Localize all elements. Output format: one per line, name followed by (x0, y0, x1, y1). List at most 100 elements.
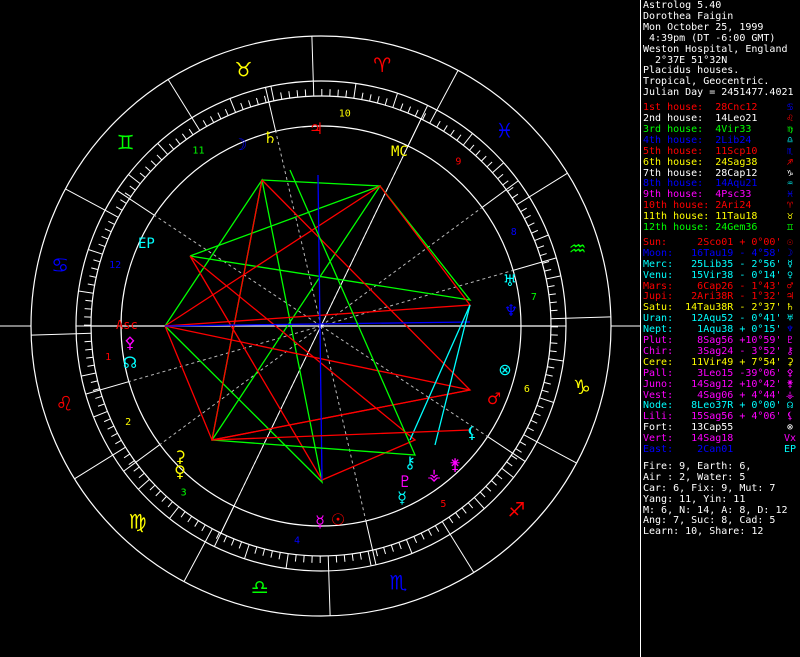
zodiac-sign-icon: ♉ (235, 57, 253, 81)
fortune-icon: ⊗ (498, 360, 511, 379)
degree-tick (120, 199, 127, 204)
planet-row-glyph-icon: ☿ (786, 258, 794, 270)
degree-tick (91, 267, 99, 271)
degree-tick (123, 453, 131, 459)
degree-tick (112, 446, 126, 456)
planet-row-text: Sun: 2Sco01 + 0°00' (643, 236, 782, 248)
degree-tick (497, 173, 504, 180)
zodiac-sign-icon: ♑ (573, 375, 591, 399)
house-row-text: 5th house: 11Scp10 (643, 145, 758, 157)
degree-tick (353, 83, 357, 99)
degree-tick (107, 425, 115, 430)
degree-tick (527, 222, 535, 227)
stats-line-text: M: 6, N: 14, A: 8, D: 12 (643, 504, 788, 516)
stats-line-text: Ang: 7, Suc: 8, Cad: 5 (643, 515, 776, 527)
zodiac-sign-icon: ♌ (55, 391, 73, 415)
degree-tick (429, 109, 438, 124)
header-line: Julian Day = 2451477.4021 (643, 87, 798, 99)
header-line-text: Placidus houses. (643, 65, 740, 77)
degree-tick (217, 112, 222, 120)
sign-cusp-line (65, 188, 106, 211)
degree-tick (101, 235, 109, 240)
degree-tick (456, 134, 462, 141)
degree-tick (156, 154, 163, 161)
degree-tick (88, 249, 103, 255)
planet-row-text: Vert: 14Sag18 (643, 433, 734, 445)
degree-tick (180, 511, 186, 518)
jupiter-icon: ♃ (309, 119, 323, 138)
degree-tick (486, 161, 493, 168)
degree-tick (414, 109, 419, 117)
house-row: 12th house: 24Gem36 ♊ (643, 222, 798, 234)
degree-tick (230, 538, 235, 546)
degree-tick (187, 515, 193, 523)
stats-line-text: Fire: 9, Earth: 6, (643, 460, 752, 472)
degree-tick (194, 520, 199, 527)
degree-tick (546, 275, 561, 280)
zodiac-sign-icon: ♋ (51, 253, 69, 277)
degree-tick (492, 162, 504, 174)
degree-tick (155, 490, 162, 497)
degree-tick (161, 496, 167, 502)
header-line-text: Dorothea Faigin (643, 10, 734, 22)
degree-tick (111, 432, 118, 437)
house-cusp-tick (487, 436, 526, 462)
sign-cusp-line (74, 454, 114, 480)
degree-tick (337, 89, 339, 97)
house-number: 9 (455, 157, 461, 168)
degree-tick (448, 516, 454, 524)
house-number: 2 (125, 417, 131, 428)
degree-tick (248, 100, 252, 108)
house-number: 3 (181, 487, 187, 498)
degree-tick (90, 380, 98, 384)
stats-line-text: Air : 2, Water: 5 (643, 471, 746, 483)
house-number: 8 (511, 227, 517, 238)
north-node-icon: ☊ (123, 353, 137, 372)
degree-tick (145, 166, 151, 172)
degree-tick (519, 441, 527, 446)
degree-tick (361, 92, 364, 100)
degree-tick (181, 133, 187, 140)
degree-tick (139, 172, 146, 178)
degree-tick (436, 120, 441, 128)
degree-tick (168, 143, 175, 150)
degree-tick (530, 419, 538, 424)
degree-tick (270, 86, 275, 101)
degree-tick (547, 285, 555, 288)
sign-cusp-line (167, 79, 193, 119)
degree-tick (455, 512, 461, 519)
house-row-text: 4th house: 2Lib24 (643, 134, 752, 146)
sun-icon: ☉ (331, 510, 345, 529)
zodiac-sign-icon: ♐ (507, 497, 525, 521)
planet-row-text: Pall: 3Leo15 -39°06' (643, 367, 782, 379)
degree-tick (85, 299, 93, 302)
house-row-text: 8th house: 14Aqu21 (643, 178, 758, 190)
ascendant-label: Asc (116, 318, 138, 332)
degree-tick (523, 434, 538, 443)
house-row-text: 1st house: 28Cnc12 (643, 102, 758, 114)
degree-tick (128, 174, 141, 185)
planet-row-text: Fort: 13Cap55 (643, 422, 734, 434)
degree-tick (462, 133, 473, 146)
planet-row-glyph-icon: ♀ (786, 269, 794, 281)
degree-tick (375, 549, 379, 557)
degree-tick (550, 342, 558, 344)
planet-row-text: Vest: 4Sag06 + 4°44' (643, 389, 782, 401)
degree-tick (255, 97, 259, 105)
planet-row-text: Venu: 15Vir38 - 0°14' (643, 269, 782, 281)
degree-tick (270, 550, 273, 558)
degree-tick (98, 243, 106, 248)
zodiac-sign-icon: ♏ (389, 571, 407, 595)
planet-row: East: 2Can01 EP (643, 444, 798, 456)
degree-tick (86, 356, 94, 359)
degree-tick (115, 439, 122, 445)
degree-tick (469, 144, 475, 151)
degree-tick (95, 395, 103, 399)
aspect-line (409, 304, 471, 441)
degree-tick (491, 480, 497, 486)
degree-tick (384, 98, 388, 106)
degree-tick (376, 96, 380, 104)
degree-tick (537, 245, 545, 249)
degree-tick (84, 308, 92, 310)
house-cusp-line (320, 207, 483, 327)
